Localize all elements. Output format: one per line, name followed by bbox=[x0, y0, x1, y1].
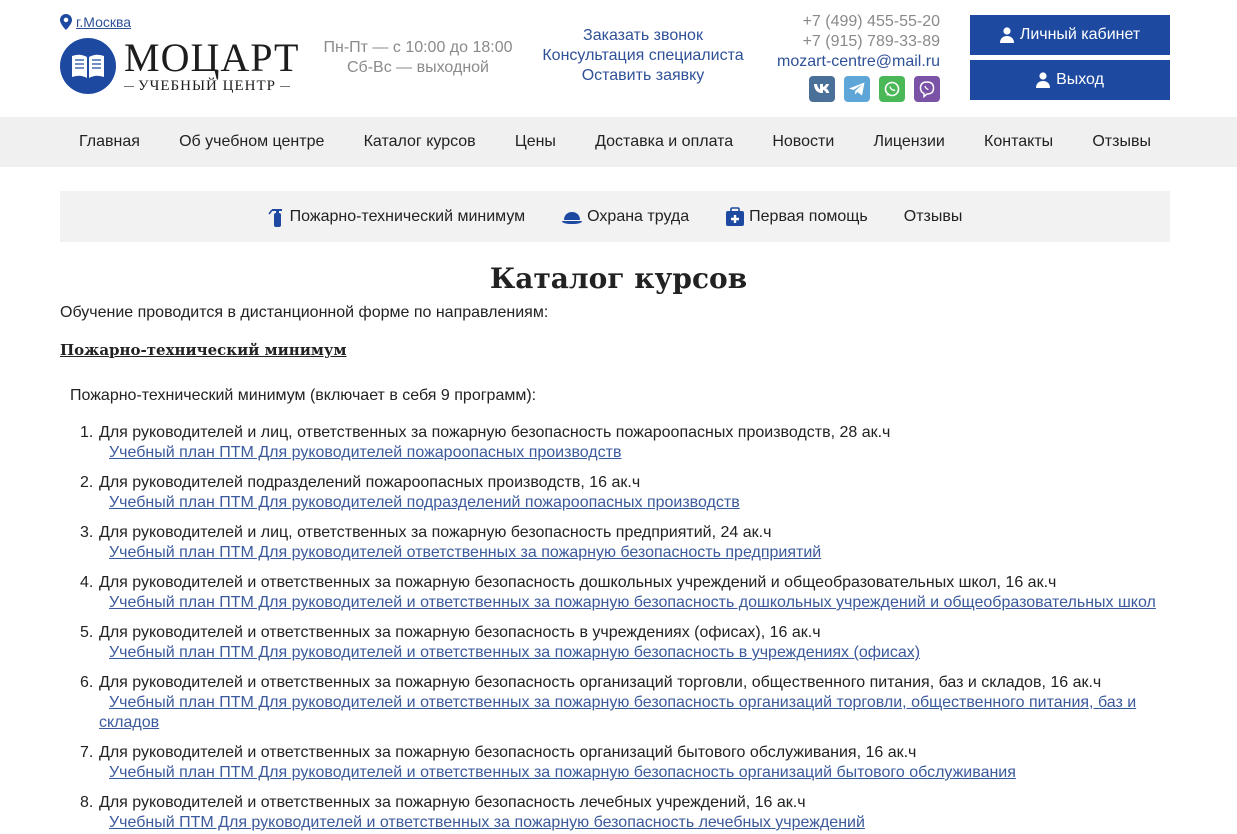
city-link[interactable]: г.Москва bbox=[76, 14, 131, 30]
phone-1[interactable]: +7 (499) 455-55-20 bbox=[768, 12, 940, 32]
list-item: 1. Для руководителей и лиц, ответственны… bbox=[80, 423, 1180, 463]
city-selector[interactable]: г.Москва bbox=[60, 14, 131, 30]
nav-item-catalog[interactable]: Каталог курсов bbox=[364, 133, 476, 151]
personal-cabinet-button[interactable]: Личный кабинет bbox=[970, 15, 1170, 55]
course-number: 4. bbox=[80, 574, 94, 591]
nav-item-reviews[interactable]: Отзывы bbox=[1092, 133, 1151, 151]
course-plan-link[interactable]: Учебный план ПТМ Для руководителей подра… bbox=[99, 493, 1180, 513]
subnav-fire-safety-label: Пожарно-технический минимум bbox=[289, 207, 526, 225]
subnav-first-aid-label: Первая помощь bbox=[749, 207, 868, 225]
working-hours: Пн-Пт — с 10:00 до 18:00 Сб-Вс — выходно… bbox=[318, 38, 518, 78]
order-call-link[interactable]: Заказать звонок bbox=[538, 26, 748, 46]
nav-item-news[interactable]: Новости bbox=[772, 133, 834, 151]
hours-weekend: Сб-Вс — выходной bbox=[347, 59, 489, 76]
nav-item-about[interactable]: Об учебном центре bbox=[179, 133, 324, 151]
list-item: 8. Для руководителей и ответственных за … bbox=[80, 793, 1180, 833]
subnav-first-aid[interactable]: Первая помощь bbox=[725, 206, 868, 227]
course-title: Для руководителей и лиц, ответственных з… bbox=[99, 524, 772, 541]
course-title: Для руководителей и ответственных за пож… bbox=[99, 744, 917, 761]
fire-extinguisher-icon bbox=[268, 208, 282, 227]
personal-cabinet-label: Личный кабинет bbox=[1019, 26, 1141, 43]
site-header: г.Москва МОЦАРТ УЧЕБНЫЙ ЦЕНТР Пн-Пт — с … bbox=[0, 0, 1237, 117]
course-number: 8. bbox=[80, 794, 94, 811]
hard-hat-icon bbox=[562, 211, 583, 224]
subnav-labor-safety[interactable]: Охрана труда bbox=[561, 208, 689, 226]
subnav-reviews-label: Отзывы bbox=[903, 207, 963, 225]
header-links: Заказать звонок Консультация специалиста… bbox=[538, 26, 748, 86]
course-plan-link[interactable]: Учебный план ПТМ Для руководителей и отв… bbox=[99, 763, 1180, 783]
book-logo-icon bbox=[60, 38, 116, 94]
location-pin-icon bbox=[60, 14, 72, 30]
leave-request-link[interactable]: Оставить заявку bbox=[538, 66, 748, 86]
course-number: 1. bbox=[80, 424, 94, 441]
logo-subtitle: УЧЕБНЫЙ ЦЕНТР bbox=[138, 78, 276, 94]
subnav-labor-safety-label: Охрана труда bbox=[587, 207, 690, 225]
hours-weekdays: Пн-Пт — с 10:00 до 18:00 bbox=[323, 39, 513, 56]
page-title: Каталог курсов bbox=[489, 262, 748, 295]
list-item: 5. Для руководителей и ответственных за … bbox=[80, 623, 1180, 663]
whatsapp-icon[interactable] bbox=[879, 76, 905, 102]
vk-icon[interactable] bbox=[809, 76, 835, 102]
user-icon bbox=[999, 27, 1014, 43]
course-title: Для руководителей и лиц, ответственных з… bbox=[99, 424, 891, 441]
list-item: 3. Для руководителей и лиц, ответственны… bbox=[80, 523, 1180, 563]
intro-text: Обучение проводится в дистанционной форм… bbox=[60, 304, 549, 321]
main-nav: Главная Об учебном центре Каталог курсов… bbox=[0, 117, 1237, 167]
user-icon bbox=[1036, 72, 1051, 88]
social-links bbox=[768, 76, 940, 102]
course-title: Для руководителей и ответственных за пож… bbox=[99, 794, 806, 811]
contacts: +7 (499) 455-55-20 +7 (915) 789-33-89 mo… bbox=[768, 12, 940, 102]
course-number: 5. bbox=[80, 624, 94, 641]
logout-button[interactable]: Выход bbox=[970, 60, 1170, 100]
list-item: 6. Для руководителей и ответственных за … bbox=[80, 673, 1180, 733]
phone-2[interactable]: +7 (915) 789-33-89 bbox=[768, 32, 940, 52]
list-item: 2. Для руководителей подразделений пожар… bbox=[80, 473, 1180, 513]
logout-label: Выход bbox=[1056, 71, 1104, 88]
nav-item-home[interactable]: Главная bbox=[79, 133, 140, 151]
logo[interactable]: МОЦАРТ УЧЕБНЫЙ ЦЕНТР bbox=[60, 38, 299, 94]
course-title: Для руководителей и ответственных за пож… bbox=[99, 674, 1102, 691]
course-plan-link[interactable]: Учебный план ПТМ Для руководителей пожар… bbox=[99, 443, 1180, 463]
nav-item-licenses[interactable]: Лицензии bbox=[873, 133, 944, 151]
course-plan-link[interactable]: Учебный план ПТМ Для руководителей и отв… bbox=[99, 643, 1180, 663]
course-title: Для руководителей подразделений пожарооп… bbox=[99, 474, 641, 491]
email-link[interactable]: mozart-centre@mail.ru bbox=[768, 52, 940, 72]
nav-item-contacts[interactable]: Контакты bbox=[984, 133, 1053, 151]
list-item: 7. Для руководителей и ответственных за … bbox=[80, 743, 1180, 783]
nav-item-delivery[interactable]: Доставка и оплата bbox=[595, 133, 733, 151]
viber-icon[interactable] bbox=[914, 76, 940, 102]
course-number: 7. bbox=[80, 744, 94, 761]
section-description: Пожарно-технический минимум (включает в … bbox=[70, 387, 537, 404]
subnav-reviews[interactable]: Отзывы bbox=[904, 208, 963, 226]
catalog-subnav: Пожарно-технический минимум Охрана труда… bbox=[60, 191, 1170, 242]
course-plan-link[interactable]: Учебный план ПТМ Для руководителей и отв… bbox=[99, 593, 1180, 613]
course-title: Для руководителей и ответственных за пож… bbox=[99, 574, 1057, 591]
course-plan-link[interactable]: Учебный ПТМ Для руководителей и ответств… bbox=[99, 813, 1180, 833]
section-fire-safety-link[interactable]: Пожарно-технический минимум bbox=[60, 341, 347, 359]
course-number: 6. bbox=[80, 674, 94, 691]
list-item: 4. Для руководителей и ответственных за … bbox=[80, 573, 1180, 613]
course-plan-link[interactable]: Учебный план ПТМ Для руководителей ответ… bbox=[99, 543, 1180, 563]
logo-title: МОЦАРТ bbox=[124, 35, 300, 80]
course-title: Для руководителей и ответственных за пож… bbox=[99, 624, 821, 641]
course-plan-link[interactable]: Учебный план ПТМ Для руководителей и отв… bbox=[99, 693, 1180, 733]
course-number: 2. bbox=[80, 474, 94, 491]
course-list: 1. Для руководителей и лиц, ответственны… bbox=[80, 423, 1180, 834]
first-aid-kit-icon bbox=[726, 206, 745, 226]
course-number: 3. bbox=[80, 524, 94, 541]
telegram-icon[interactable] bbox=[844, 76, 870, 102]
subnav-fire-safety[interactable]: Пожарно-технический минимум bbox=[268, 206, 526, 228]
consultation-link[interactable]: Консультация специалиста bbox=[538, 46, 748, 66]
nav-item-prices[interactable]: Цены bbox=[515, 133, 556, 151]
